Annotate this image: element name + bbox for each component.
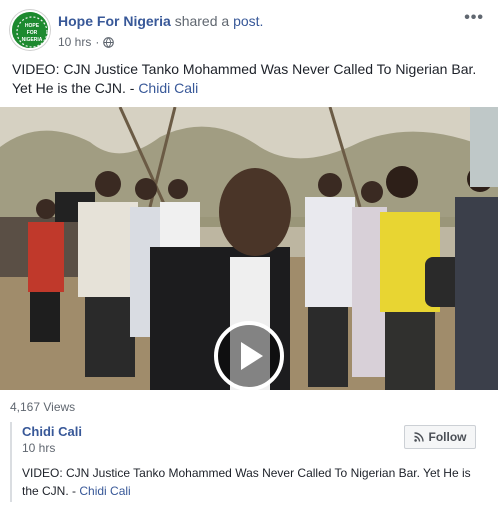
page-avatar[interactable]: HOPE FOR NIGERIA [10, 10, 50, 50]
shared-post-attachment[interactable]: Chidi Cali 10 hrs Follow VIDEO: CJN Just… [10, 420, 488, 502]
avatar-text-top: HOPE [25, 23, 40, 29]
post-message: VIDEO: CJN Justice Tanko Mohammed Was Ne… [12, 60, 490, 98]
post-timestamp[interactable]: 10 hrs [58, 35, 91, 49]
shared-message: VIDEO: CJN Justice Tanko Mohammed Was Ne… [22, 464, 484, 500]
avatar-text-bot: NIGERIA [22, 37, 43, 43]
page-name-link[interactable]: Hope For Nigeria [58, 13, 171, 29]
meta-separator: · [95, 35, 100, 49]
shared-timestamp[interactable]: 10 hrs [22, 441, 55, 455]
attachment-divider [10, 422, 12, 502]
avatar-text-mid: FOR [27, 30, 38, 36]
view-count: 4,167 Views [10, 400, 76, 414]
shared-author-link[interactable]: Chidi Cali [22, 424, 82, 439]
author-line: Hope For Nigeria shared a post. [58, 13, 263, 29]
rss-icon [413, 432, 424, 442]
globe-icon[interactable] [103, 36, 115, 48]
follow-button[interactable]: Follow [404, 425, 476, 449]
shared-message-link[interactable]: Chidi Cali [79, 484, 130, 498]
post-message-link[interactable]: Chidi Cali [138, 80, 198, 96]
post-message-text: VIDEO: CJN Justice Tanko Mohammed Was Ne… [12, 61, 477, 96]
play-icon [241, 342, 263, 370]
video-player[interactable] [0, 107, 498, 390]
avatar-logo: HOPE FOR NIGERIA [12, 12, 48, 48]
follow-label: Follow [428, 430, 467, 444]
play-button[interactable] [214, 321, 284, 390]
shared-text: shared a [174, 13, 230, 29]
post-meta: 10 hrs · [58, 35, 115, 49]
shared-post-link[interactable]: post. [233, 13, 263, 29]
post-header: HOPE FOR NIGERIA Hope For Nigeria shared… [10, 10, 490, 52]
more-options-icon[interactable]: ••• [464, 10, 484, 26]
